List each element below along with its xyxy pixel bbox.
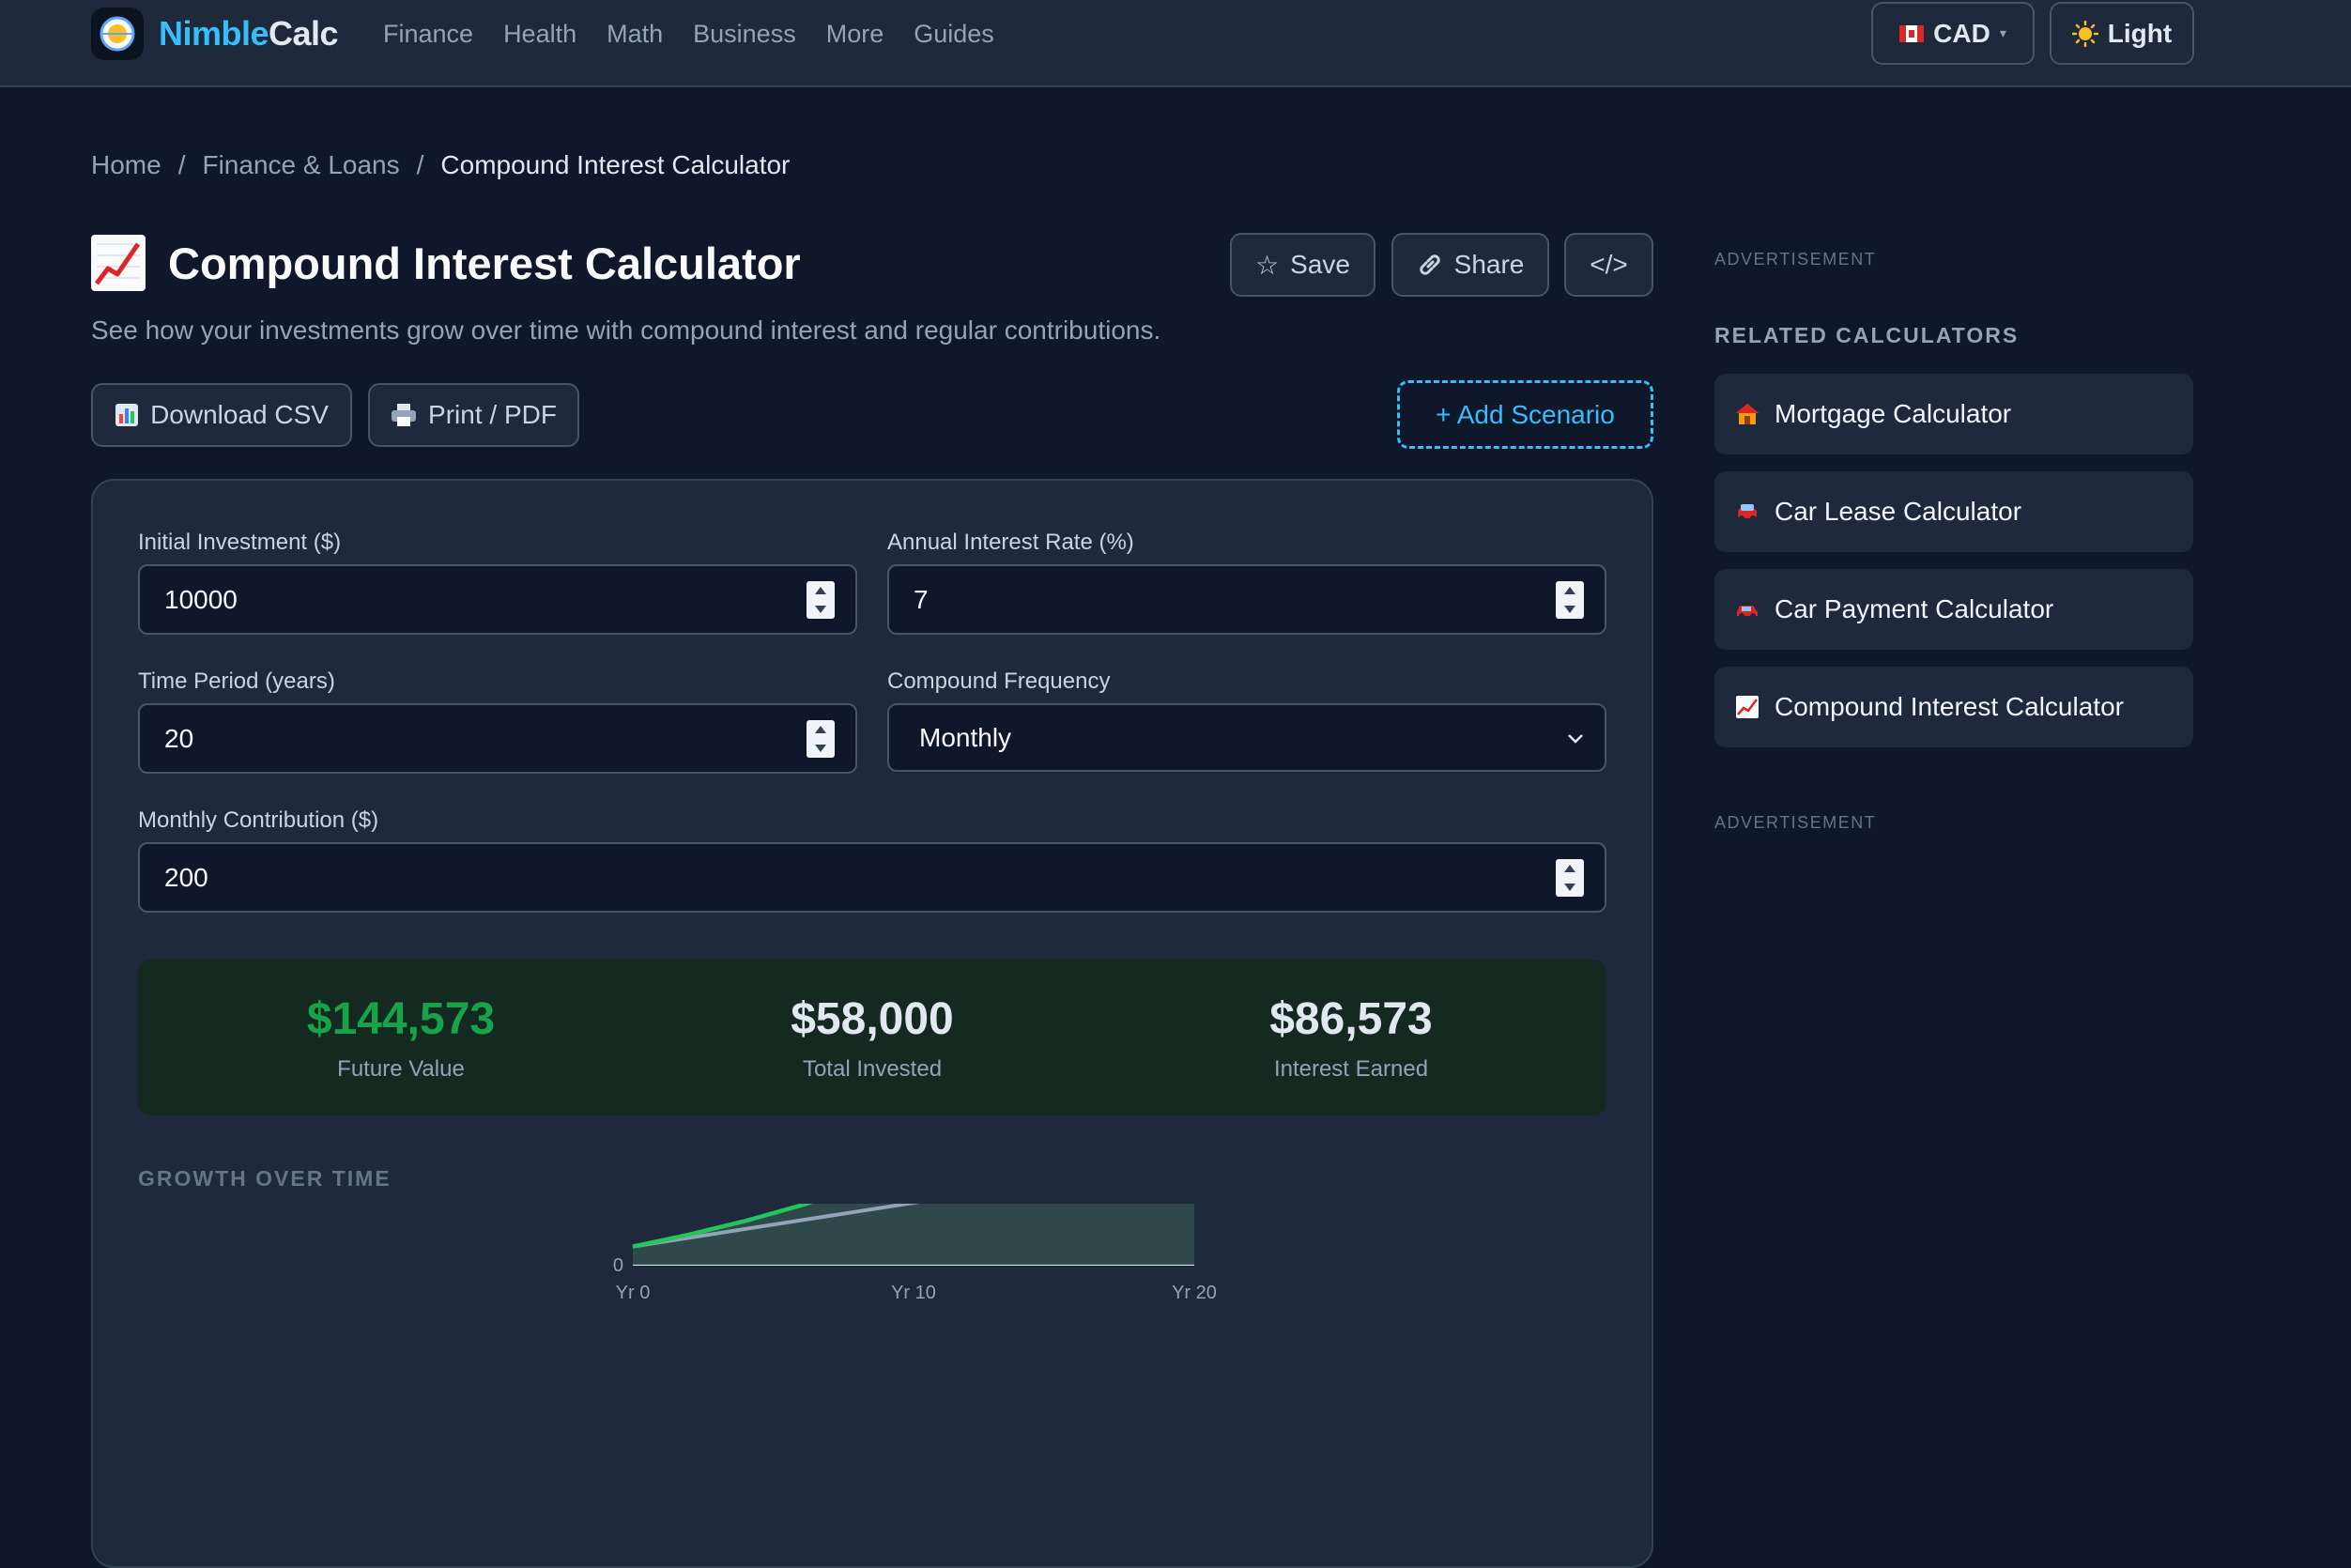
related-mortgage-calculator[interactable]: Mortgage Calculator	[1714, 374, 2193, 454]
related-item-label: Car Lease Calculator	[1775, 497, 2022, 526]
bar-chart-icon	[115, 404, 139, 426]
print-pdf-button[interactable]: Print / PDF	[368, 383, 579, 447]
nav-link-finance[interactable]: Finance	[383, 17, 473, 51]
related-item-label: Mortgage Calculator	[1775, 399, 2012, 428]
related-car-lease-calculator[interactable]: Car Lease Calculator	[1714, 471, 2193, 552]
printer-icon	[392, 404, 417, 426]
time-period-value: 20	[164, 723, 194, 753]
breadcrumb-current: Compound Interest Calculator	[440, 150, 791, 179]
compound-frequency-label: Compound Frequency	[887, 669, 1111, 694]
interest-earned-label: Interest Earned	[1273, 1056, 1429, 1082]
nav-link-health[interactable]: Health	[503, 17, 576, 51]
currency-selector[interactable]: CAD ▾	[1871, 2, 2035, 65]
page-subtitle: See how your investments grow over time …	[91, 315, 1161, 345]
related-car-payment-calculator[interactable]: Car Payment Calculator	[1714, 569, 2193, 650]
car-icon	[1737, 606, 1758, 619]
time-period-label: Time Period (years)	[138, 669, 335, 694]
total-invested-result: $58,000 Total Invested	[684, 993, 1060, 1083]
top-navbar: NimbleCalc Finance Health Math Business …	[0, 0, 2351, 87]
related-calculators-title: RELATED CALCULATORS	[1714, 323, 2020, 347]
brand-logo[interactable]: NimbleCalc	[91, 8, 339, 60]
y-tick-label: 0	[613, 1255, 623, 1276]
house-icon	[1736, 404, 1759, 424]
page-title: Compound Interest Calculator	[168, 238, 801, 288]
related-compound-interest-calculator[interactable]: Compound Interest Calculator	[1714, 667, 2193, 747]
logo-globe-icon	[91, 8, 144, 60]
car-front-icon	[1738, 504, 1757, 521]
number-stepper[interactable]	[807, 581, 835, 619]
advertisement-label: ADVERTISEMENT	[1714, 250, 1877, 269]
compound-frequency-select[interactable]: Monthly	[887, 703, 1606, 772]
sun-icon	[2071, 20, 2098, 47]
future-value-label: Future Value	[337, 1056, 465, 1082]
total-invested-label: Total Invested	[802, 1056, 943, 1082]
monthly-contribution-value: 200	[164, 862, 208, 892]
link-icon	[1419, 254, 1440, 275]
save-label: Save	[1290, 250, 1350, 279]
theme-label: Light	[2107, 18, 2173, 48]
calculator-card: Initial Investment ($) 10000 Annual Inte…	[91, 479, 1653, 1568]
brand-name: NimbleCalc	[159, 14, 339, 53]
breadcrumb-separator: /	[177, 150, 186, 179]
total-invested-value: $58,000	[791, 994, 954, 1044]
time-period-input[interactable]: 20	[138, 703, 857, 774]
nav-link-more[interactable]: More	[826, 17, 884, 51]
number-stepper[interactable]	[1556, 581, 1584, 619]
breadcrumb-home[interactable]: Home	[91, 150, 161, 180]
interest-earned-result: $86,573 Interest Earned	[1163, 993, 1539, 1083]
canada-flag-icon	[1899, 24, 1925, 42]
growth-chart: 038k76k114k152kYr 0Yr 10Yr 20	[593, 1204, 1217, 1303]
chart-increasing-icon	[1736, 696, 1759, 718]
breadcrumb-finance[interactable]: Finance & Loans	[202, 150, 399, 180]
initial-investment-label: Initial Investment ($)	[138, 530, 342, 555]
chart-increasing-icon	[91, 235, 146, 291]
nav-link-business[interactable]: Business	[693, 17, 796, 51]
breadcrumb-separator: /	[416, 150, 424, 179]
number-stepper[interactable]	[1556, 859, 1584, 897]
nav-link-math[interactable]: Math	[607, 17, 663, 51]
initial-investment-value: 10000	[164, 584, 238, 614]
breadcrumb: Home / Finance & Loans / Compound Intere…	[91, 150, 790, 180]
interest-rate-input[interactable]: 7	[887, 564, 1606, 635]
x-tick-label: Yr 10	[891, 1283, 936, 1303]
interest-rate-value: 7	[914, 584, 929, 614]
share-label: Share	[1453, 250, 1525, 279]
compound-frequency-value: Monthly	[919, 722, 1012, 752]
download-csv-button[interactable]: Download CSV	[91, 383, 352, 447]
star-icon: ☆	[1255, 250, 1280, 280]
advertisement-label: ADVERTISEMENT	[1714, 813, 1877, 832]
monthly-contribution-input[interactable]: 200	[138, 842, 1606, 913]
embed-label: </>	[1590, 250, 1628, 279]
main-nav: Finance Health Math Business More Guides	[383, 17, 994, 51]
chart-section-title: GROWTH OVER TIME	[138, 1166, 392, 1191]
monthly-contribution-label: Monthly Contribution ($)	[138, 807, 379, 833]
x-tick-label: Yr 0	[616, 1283, 651, 1303]
initial-investment-input[interactable]: 10000	[138, 564, 857, 635]
add-scenario-button[interactable]: + Add Scenario	[1397, 380, 1653, 449]
embed-button[interactable]: </>	[1564, 233, 1653, 297]
save-button[interactable]: ☆ Save	[1230, 233, 1375, 297]
x-tick-label: Yr 20	[1172, 1283, 1217, 1303]
interest-rate-label: Annual Interest Rate (%)	[887, 530, 1134, 555]
related-item-label: Car Payment Calculator	[1775, 594, 2054, 623]
caret-down-icon: ▾	[1999, 25, 2006, 40]
print-pdf-label: Print / PDF	[428, 400, 557, 429]
nav-link-guides[interactable]: Guides	[914, 17, 994, 51]
results-panel: $144,573 Future Value $58,000 Total Inve…	[138, 960, 1606, 1115]
download-csv-label: Download CSV	[150, 400, 329, 429]
share-button[interactable]: Share	[1391, 233, 1549, 297]
theme-toggle-button[interactable]: Light	[2050, 2, 2194, 65]
future-value: $144,573	[306, 994, 496, 1044]
number-stepper[interactable]	[807, 720, 835, 758]
currency-label: CAD	[1933, 18, 1990, 48]
y-tick-label: 38k	[593, 1204, 624, 1207]
related-item-label: Compound Interest Calculator	[1775, 692, 2124, 721]
chevron-down-icon	[1568, 734, 1583, 744]
interest-earned-value: $86,573	[1269, 994, 1433, 1044]
page-title-row: Compound Interest Calculator	[91, 235, 801, 291]
future-value-result: $144,573 Future Value	[213, 993, 589, 1083]
